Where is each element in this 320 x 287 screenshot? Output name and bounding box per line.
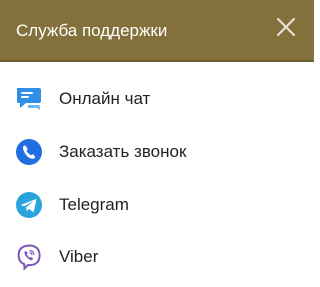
panel-header: Служба поддержки [0,0,314,62]
telegram-icon [16,192,42,218]
contact-option-label: Viber [59,247,99,266]
phone-icon [16,139,42,165]
close-icon [276,17,296,37]
contact-option-viber[interactable]: Viber [0,231,314,283]
contact-option-online-chat[interactable]: Онлайн чат [0,73,314,125]
contact-option-request-call[interactable]: Заказать звонок [0,126,314,178]
panel-title: Служба поддержки [16,21,168,40]
viber-icon [17,244,41,271]
contact-option-label: Telegram [59,195,129,214]
support-panel: Служба поддержки Онлайн чат Заказать зво [0,0,314,287]
contact-option-telegram[interactable]: Telegram [0,179,314,231]
contact-option-label: Онлайн чат [59,89,151,108]
contact-option-label: Заказать звонок [59,142,187,161]
chat-icon [17,88,41,110]
close-button[interactable] [272,13,300,41]
